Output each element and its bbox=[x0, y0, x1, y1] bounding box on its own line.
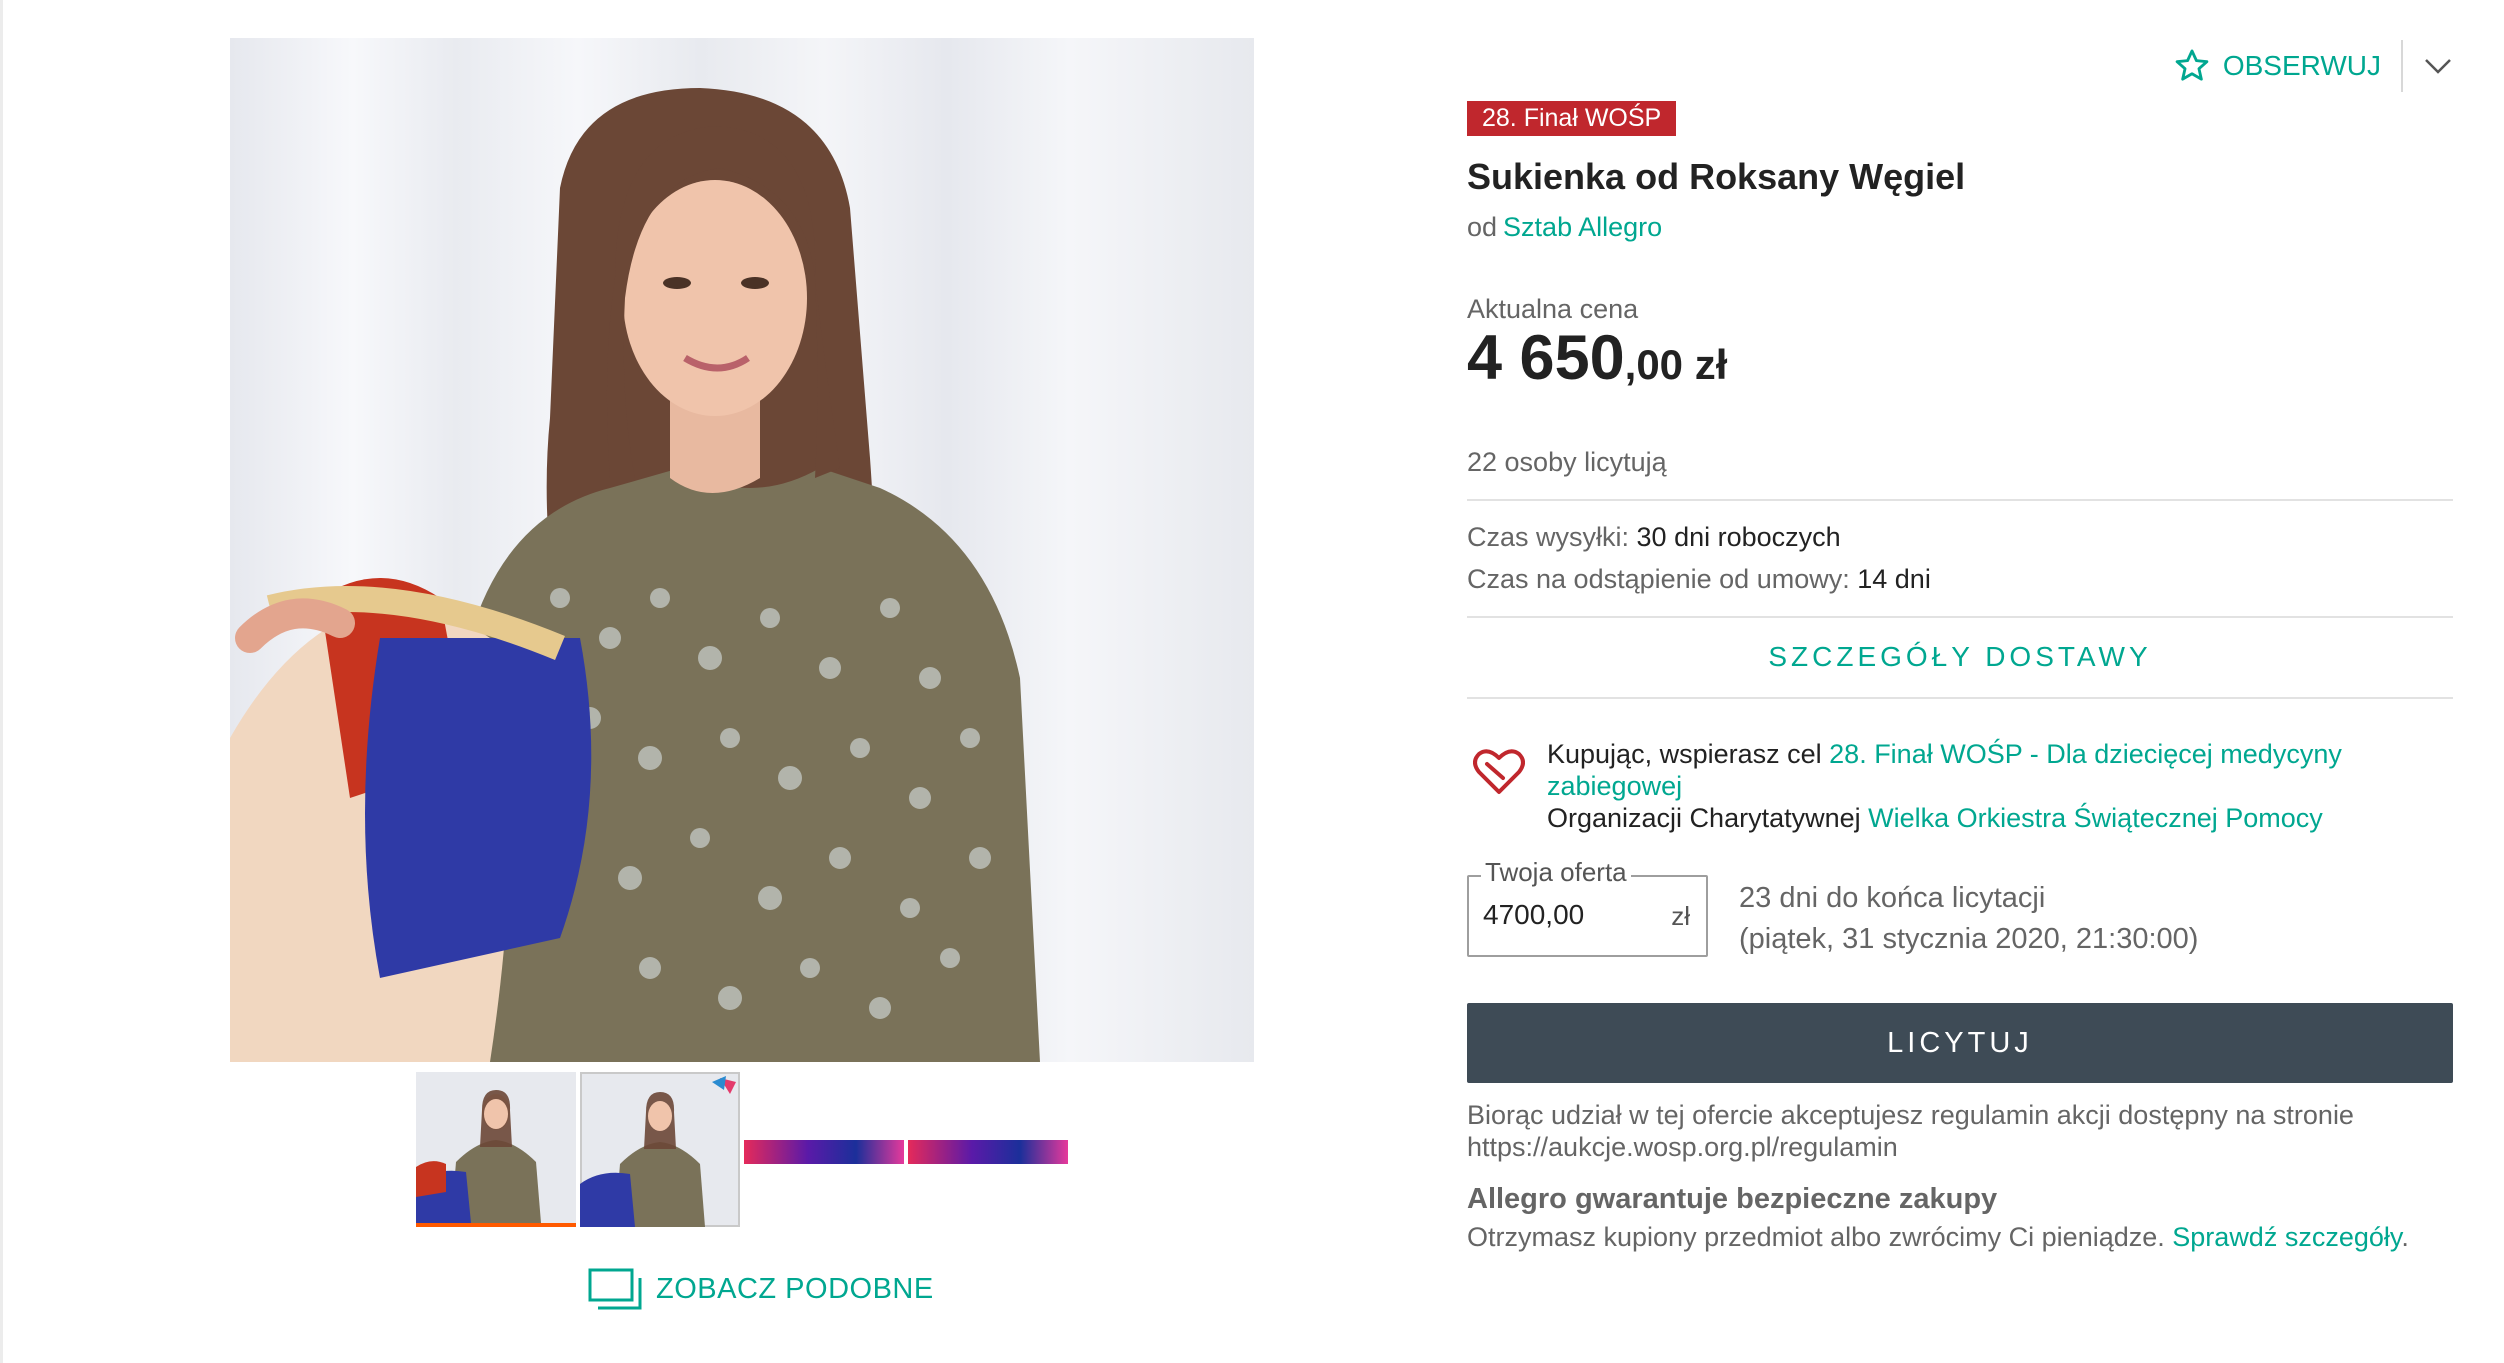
price-main: 4 650 bbox=[1467, 323, 1625, 393]
price-fraction: ,00 zł bbox=[1624, 341, 1728, 388]
guarantee-text: Otrzymasz kupiony przedmiot albo zwrócim… bbox=[1467, 1222, 2409, 1253]
delivery-details-button[interactable]: SZCZEGÓŁY DOSTAWY bbox=[1467, 617, 2453, 697]
watch-button[interactable]: OBSERWUJ bbox=[2173, 47, 2401, 85]
bid-amount-label: Twoja oferta bbox=[1481, 857, 1631, 888]
charity-org-prefix: Organizacji Charytatywnej bbox=[1547, 803, 1861, 833]
watch-control: OBSERWUJ bbox=[2173, 40, 2453, 92]
product-photo bbox=[230, 88, 1040, 1062]
guarantee-body: Otrzymasz kupiony przedmiot albo zwrócim… bbox=[1467, 1222, 2165, 1252]
current-price: 4 650,00 zł bbox=[1467, 322, 1727, 394]
chevron-down-icon bbox=[2425, 59, 2451, 74]
thumbnail-image bbox=[416, 1090, 541, 1223]
guarantee-title: Allegro gwarantuje bezpieczne zakupy bbox=[1467, 1183, 1998, 1215]
offer-title: Sukienka od Roksany Węgiel bbox=[1467, 156, 1966, 197]
thumbnail-3[interactable] bbox=[744, 1140, 904, 1164]
star-outline-icon bbox=[2175, 49, 2209, 81]
thumbnail-1[interactable] bbox=[416, 1072, 576, 1227]
bid-amount-field: Twoja oferta zł bbox=[1467, 857, 1708, 957]
bid-currency: zł bbox=[1671, 901, 1690, 931]
terms-text: Biorąc udział w tej ofercie akceptujesz … bbox=[1467, 1099, 2453, 1163]
thumbnail-4[interactable] bbox=[908, 1140, 1068, 1164]
see-similar-link[interactable]: ZOBACZ PODOBNE bbox=[588, 1268, 934, 1310]
return-period: Czas na odstąpienie od umowy: 14 dni bbox=[1467, 564, 1931, 595]
charity-org-link[interactable]: Wielka Orkiestra Świątecznej Pomocy bbox=[1868, 803, 2323, 833]
thumbnail-image bbox=[580, 1072, 740, 1227]
return-period-value: 14 dni bbox=[1857, 564, 1931, 594]
charity-prefix: Kupując, wspierasz cel bbox=[1547, 739, 1822, 769]
shipping-time-label: Czas wysyłki: bbox=[1467, 522, 1630, 552]
divider bbox=[1467, 499, 2453, 501]
main-photo[interactable] bbox=[230, 38, 1254, 1062]
return-period-label: Czas na odstąpienie od umowy: bbox=[1467, 564, 1850, 594]
bid-amount-input[interactable] bbox=[1483, 899, 1653, 931]
divider bbox=[1467, 697, 2453, 699]
watch-label: OBSERWUJ bbox=[2222, 50, 2381, 81]
see-similar-label: ZOBACZ PODOBNE bbox=[656, 1272, 934, 1305]
bidders-count: 22 osoby licytują bbox=[1467, 447, 1667, 477]
campaign-badge: 28. Finał WOŚP bbox=[1467, 101, 1677, 136]
page-edge bbox=[0, 0, 3, 1363]
terms-line: Biorąc udział w tej ofercie akceptujesz … bbox=[1467, 1100, 2354, 1130]
auction-end-info: 23 dni do końca licytacji (piątek, 31 st… bbox=[1739, 878, 2198, 960]
shipping-time: Czas wysyłki: 30 dni roboczych bbox=[1467, 522, 1841, 553]
seller-line: od Sztab Allegro bbox=[1467, 212, 1662, 243]
seller-prefix: od bbox=[1467, 212, 1498, 242]
time-left: 23 dni do końca licytacji bbox=[1739, 882, 2046, 914]
guarantee-suffix: . bbox=[2401, 1222, 2409, 1252]
gallery-icon bbox=[588, 1268, 642, 1310]
charity-text: Kupując, wspierasz cel 28. Finał WOŚP - … bbox=[1547, 738, 2417, 834]
price-label: Aktualna cena bbox=[1467, 294, 1639, 324]
terms-url: https://aukcje.wosp.org.pl/regulamin bbox=[1467, 1132, 1898, 1162]
thumbnail-2[interactable] bbox=[580, 1072, 740, 1227]
end-date: (piątek, 31 stycznia 2020, 21:30:00) bbox=[1739, 923, 2199, 955]
seller-link[interactable]: Sztab Allegro bbox=[1503, 212, 1662, 242]
shipping-time-value: 30 dni roboczych bbox=[1636, 522, 1841, 552]
watch-dropdown[interactable] bbox=[2403, 40, 2453, 92]
guarantee-details-link[interactable]: Sprawdź szczegóły bbox=[2172, 1222, 2401, 1252]
heart-icon bbox=[1473, 749, 1525, 794]
thumbnail-strip bbox=[416, 1072, 1068, 1227]
bid-button[interactable]: LICYTUJ bbox=[1467, 1003, 2453, 1083]
